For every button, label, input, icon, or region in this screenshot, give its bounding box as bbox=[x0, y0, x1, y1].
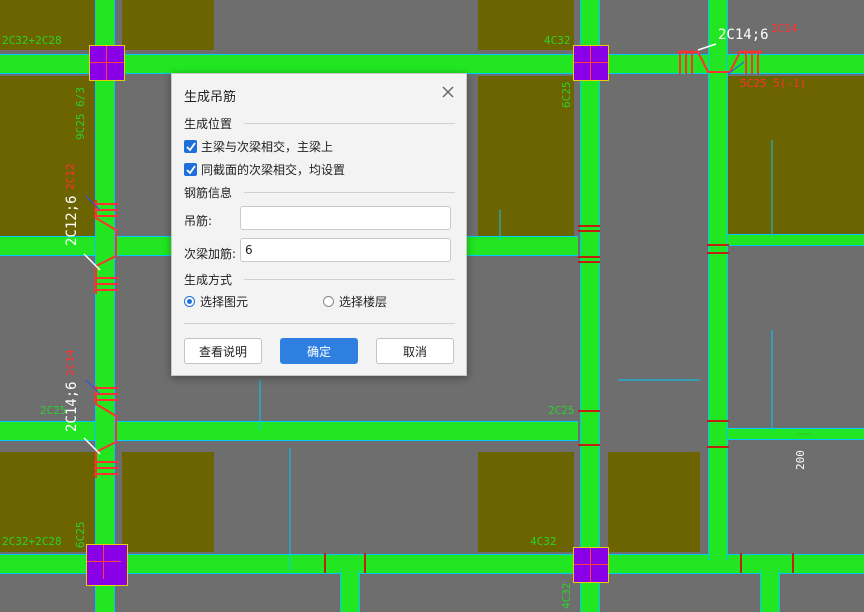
secondary-add-label: 次梁加筋: bbox=[184, 247, 237, 261]
divider bbox=[244, 192, 455, 193]
generate-hanger-dialog: 生成吊筋 生成位置 主梁与次梁相交，主梁上 同截面的次梁相交，均设置 钢筋信息 … bbox=[171, 73, 467, 376]
beam-label: 2C25 bbox=[548, 404, 575, 417]
hanger-label-red: 2C14 bbox=[771, 22, 798, 35]
cancel-button[interactable]: 取消 bbox=[376, 338, 454, 364]
section-position-title: 生成位置 bbox=[184, 117, 233, 131]
radio-unselected-icon[interactable] bbox=[323, 296, 334, 307]
checkbox-label: 主梁与次梁相交，主梁上 bbox=[201, 140, 334, 154]
checkbox-label: 同截面的次梁相交，均设置 bbox=[201, 163, 346, 177]
secondary-add-input[interactable]: 6 bbox=[240, 238, 451, 262]
beam-label-red: 5C25 5(-1) bbox=[740, 77, 807, 90]
hanger-label-red: 2C12 bbox=[64, 163, 77, 191]
hanger-label-red: 2C14 bbox=[64, 349, 77, 377]
checkbox-checked-icon[interactable] bbox=[184, 163, 197, 176]
checkbox-main-secondary[interactable]: 主梁与次梁相交，主梁上 bbox=[184, 138, 333, 155]
dialog-title: 生成吊筋 bbox=[184, 90, 237, 105]
ok-button[interactable]: 确定 bbox=[280, 338, 358, 364]
beam-label: 4C32 bbox=[544, 34, 571, 47]
beam-label: 2C32+2C28 bbox=[2, 34, 62, 47]
beam-label: 6C25 bbox=[560, 81, 573, 109]
close-icon[interactable] bbox=[440, 84, 456, 100]
hanger-label: 2C12;6 bbox=[64, 195, 80, 246]
beam-label: 2C32+2C28 bbox=[2, 535, 62, 548]
divider bbox=[244, 279, 455, 280]
radio-selected-icon[interactable] bbox=[184, 296, 195, 307]
section-method-title: 生成方式 bbox=[184, 273, 233, 287]
hanger-label: 2C14;6 bbox=[64, 381, 80, 432]
radio-select-element[interactable]: 选择图元 bbox=[184, 293, 248, 310]
beam-label: 4C32 bbox=[560, 582, 573, 610]
section-rebar-title: 钢筋信息 bbox=[184, 186, 233, 200]
hanger-input[interactable] bbox=[240, 206, 451, 230]
beam-label: 4C32 bbox=[530, 535, 557, 548]
beam-label: 9C25 6/3 bbox=[74, 87, 87, 140]
hanger-label: 吊筋: bbox=[184, 214, 213, 228]
divider bbox=[244, 123, 455, 124]
checkbox-same-section[interactable]: 同截面的次梁相交，均设置 bbox=[184, 161, 345, 178]
radio-label: 选择楼层 bbox=[339, 295, 388, 309]
checkbox-checked-icon[interactable] bbox=[184, 140, 197, 153]
beam-label: 6C25 bbox=[74, 521, 87, 549]
hanger-label: 2C14;6 bbox=[718, 27, 769, 43]
help-button[interactable]: 查看说明 bbox=[184, 338, 262, 364]
beam-label: 2C25 bbox=[40, 404, 67, 417]
divider bbox=[184, 323, 455, 324]
radio-select-floor[interactable]: 选择楼层 bbox=[323, 293, 387, 310]
radio-label: 选择图元 bbox=[200, 295, 249, 309]
dimension-label: 200 bbox=[794, 450, 807, 470]
